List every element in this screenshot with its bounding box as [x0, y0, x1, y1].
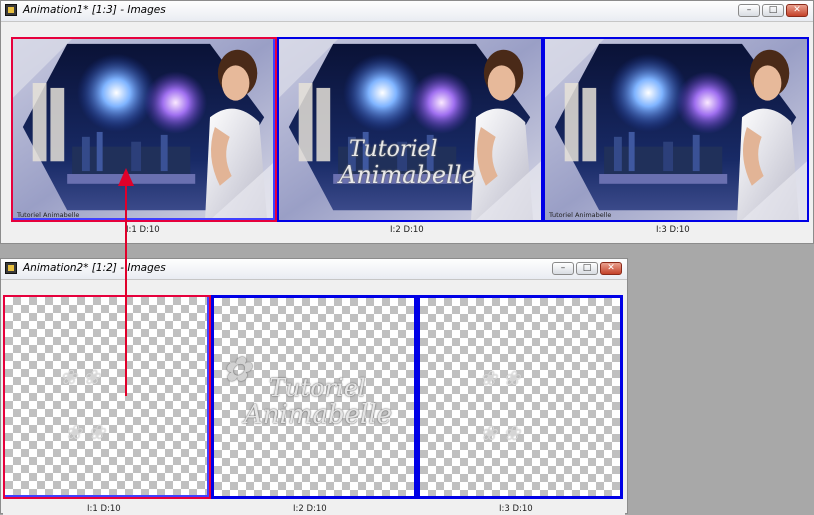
frame-image [545, 39, 807, 220]
animation1-canvas: Tutoriel Animabelle I:1 D:10 Tutoriel An… [3, 22, 811, 243]
frame-1-label: I:1 D:10 [87, 504, 121, 514]
faint-watermark: ❀ ❀ [60, 365, 100, 389]
frame-1[interactable]: ❀ ❀ ❀ ❀ [3, 295, 211, 499]
animation2-titlebar[interactable]: Animation2* [1:2] - Images – □ ✕ [1, 259, 627, 280]
transparent-background: ✿ Tutoriel Animabelle [214, 298, 414, 496]
window-title: Animation1* [1:3] - Images [23, 4, 166, 16]
signature-text: Tutoriel Animabelle [17, 211, 80, 219]
faint-watermark: ❀ ❀ [480, 366, 520, 390]
app-icon [5, 4, 17, 16]
watermark-line-1: Tutoriel [349, 137, 438, 162]
animation1-window: Animation1* [1:3] - Images – □ ✕ Tutorie… [0, 0, 814, 244]
transparent-background: ❀ ❀ ❀ ❀ [420, 298, 620, 496]
close-button[interactable]: ✕ [786, 4, 808, 17]
faint-watermark: ❀ ❀ [65, 420, 105, 444]
minimize-button[interactable]: – [552, 262, 574, 275]
faint-watermark: ❀ ❀ [480, 421, 520, 445]
minimize-button[interactable]: – [738, 4, 760, 17]
frame-3[interactable]: ❀ ❀ ❀ ❀ [417, 295, 623, 499]
app-icon [5, 262, 17, 274]
restore-button[interactable]: □ [576, 262, 598, 275]
frame-2[interactable]: ✿ Tutoriel Animabelle [211, 295, 417, 499]
frame-2-label: I:2 D:10 [390, 225, 424, 235]
frame-3-label: I:3 D:10 [656, 225, 690, 235]
restore-button[interactable]: □ [762, 4, 784, 17]
frame-image [13, 39, 275, 220]
frame-2[interactable]: Tutoriel Animabelle [277, 37, 543, 222]
flower-icon: ✿ [222, 350, 251, 390]
signature-text: Tutoriel Animabelle [549, 211, 612, 219]
frame-1-label: I:1 D:10 [126, 225, 160, 235]
window-title: Animation2* [1:2] - Images [23, 262, 166, 274]
transparent-background: ❀ ❀ ❀ ❀ [5, 297, 209, 497]
frame-image [279, 39, 541, 220]
animation1-titlebar[interactable]: Animation1* [1:3] - Images – □ ✕ [1, 1, 813, 22]
animation2-canvas: ❀ ❀ ❀ ❀ I:1 D:10 ✿ Tutoriel Animabelle I… [3, 280, 625, 515]
watermark-line-2: Animabelle [244, 400, 393, 430]
close-button[interactable]: ✕ [600, 262, 622, 275]
frame-3[interactable]: Tutoriel Animabelle [543, 37, 809, 222]
watermark-line-2: Animabelle [339, 161, 476, 189]
frame-3-label: I:3 D:10 [499, 504, 533, 514]
frame-1[interactable]: Tutoriel Animabelle [11, 37, 277, 222]
animation2-window: Animation2* [1:2] - Images – □ ✕ ❀ ❀ ❀ ❀… [0, 258, 628, 515]
frame-2-label: I:2 D:10 [293, 504, 327, 514]
watermark-line-1: Tutoriel [269, 374, 366, 402]
